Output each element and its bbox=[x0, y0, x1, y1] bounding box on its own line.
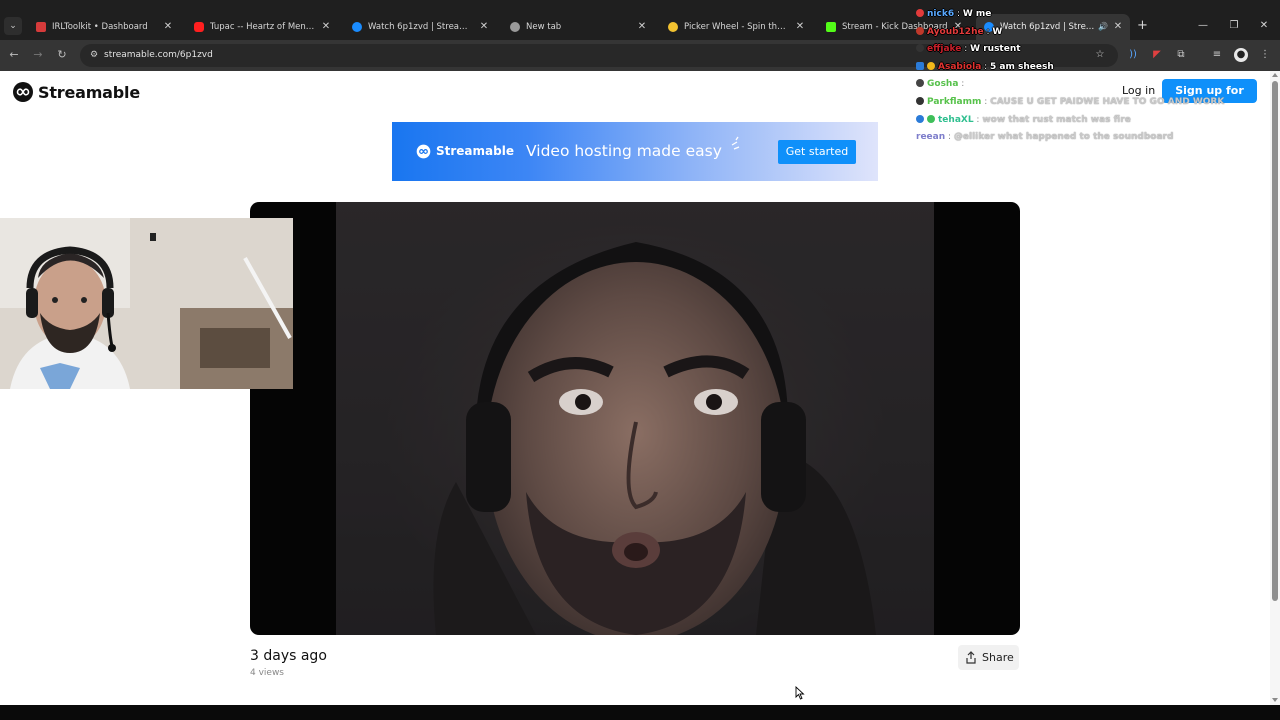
video-frame bbox=[336, 202, 934, 635]
streamable-favicon-icon bbox=[352, 22, 362, 32]
banner-logo-text: Streamable bbox=[436, 144, 514, 158]
video-streamer-face bbox=[336, 202, 934, 635]
chat-message: effjake : W rustent bbox=[916, 41, 1216, 59]
chat-message: Parkflamm : CAUSE U GET PAIDWE HAVE TO G… bbox=[916, 94, 1224, 112]
screen: ⌄ IRLToolkit • Dashboard ✕ Tupac -- Hear… bbox=[0, 0, 1280, 720]
chrome-favicon-icon bbox=[510, 22, 520, 32]
tab-close-icon[interactable]: ✕ bbox=[636, 14, 648, 40]
chat-username: Asabiola bbox=[938, 61, 982, 72]
mouse-cursor-icon bbox=[795, 686, 805, 700]
chat-message: nick6 : W me bbox=[916, 6, 1216, 24]
tab-title: Tupac -- Heartz of Men (OG in bbox=[210, 22, 316, 32]
chat-text: @elliker what happened to the soundboard bbox=[953, 132, 1174, 143]
forward-icon[interactable]: → bbox=[31, 48, 45, 62]
chat-badge-icon bbox=[916, 44, 924, 53]
banner-headline: Video hosting made easy bbox=[526, 142, 722, 160]
chat-username: tehaXL bbox=[938, 114, 974, 125]
video-view-count: 4 views bbox=[250, 668, 285, 678]
webcam-streamer-image bbox=[0, 218, 293, 389]
chat-message: Ayoub12he : W bbox=[916, 24, 1216, 42]
address-url: streamable.com/6p1zvd bbox=[104, 50, 213, 60]
share-icon bbox=[966, 651, 976, 664]
scroll-thumb[interactable] bbox=[1272, 81, 1278, 601]
chat-badge-icon bbox=[916, 96, 924, 105]
tab-search-button[interactable]: ⌄ bbox=[4, 17, 22, 35]
chat-username: Ayoub12he bbox=[927, 26, 984, 37]
tab-close-icon[interactable]: ✕ bbox=[478, 14, 490, 40]
reload-icon[interactable]: ↻ bbox=[55, 48, 69, 62]
chat-text: wow that rust match was fire bbox=[982, 114, 1131, 125]
restore-icon[interactable]: ❐ bbox=[1227, 19, 1241, 33]
page-scrollbar[interactable] bbox=[1270, 71, 1280, 705]
tab-picker-wheel[interactable]: Picker Wheel - Spin the Wheel ✕ bbox=[660, 14, 812, 40]
chat-username: nick6 bbox=[927, 9, 955, 19]
tab-youtube[interactable]: Tupac -- Heartz of Men (OG in ✕ bbox=[186, 14, 338, 40]
chat-message: reean : @elliker what happened to the so… bbox=[916, 132, 1174, 143]
bottom-edge-bar bbox=[0, 705, 1280, 720]
tab-title: IRLToolkit • Dashboard bbox=[52, 22, 148, 32]
chat-badge-icon bbox=[916, 114, 924, 123]
get-started-button[interactable]: Get started bbox=[778, 140, 856, 164]
video-player[interactable] bbox=[250, 202, 1020, 635]
window-close-icon[interactable]: ✕ bbox=[1257, 19, 1271, 33]
chat-badge-icon bbox=[916, 79, 924, 88]
video-posted-date: 3 days ago bbox=[250, 648, 327, 664]
streamable-logo-icon bbox=[416, 144, 431, 159]
streamable-logo[interactable]: Streamable bbox=[12, 81, 140, 103]
chat-badge-icon bbox=[927, 61, 935, 70]
youtube-favicon-icon bbox=[194, 22, 204, 32]
scroll-down-icon[interactable] bbox=[1272, 698, 1278, 702]
chat-message: Gosha : bbox=[916, 76, 1216, 94]
tab-streamable[interactable]: Watch 6p1zvd | Streamable ✕ bbox=[344, 14, 496, 40]
webcam-overlay bbox=[0, 218, 293, 389]
chat-username: reean bbox=[916, 132, 946, 143]
profile-avatar-icon[interactable]: ● bbox=[1234, 48, 1248, 62]
tab-title: Picker Wheel - Spin the Wheel bbox=[684, 22, 790, 32]
chat-username: Gosha bbox=[927, 79, 959, 90]
chat-text: W bbox=[992, 26, 1003, 37]
sparkle-icon bbox=[731, 136, 740, 150]
irltoolkit-favicon-icon bbox=[36, 22, 46, 32]
site-info-icon[interactable]: ⚙ bbox=[88, 49, 100, 61]
chat-message: tehaXL : wow that rust match was fire bbox=[916, 112, 1216, 130]
chat-badge-icon bbox=[916, 9, 924, 17]
kick-favicon-icon bbox=[826, 22, 836, 32]
tab-title: Watch 6p1zvd | Streamable bbox=[368, 22, 474, 32]
chat-text: W me bbox=[962, 9, 992, 19]
tab-close-icon[interactable]: ✕ bbox=[320, 14, 332, 40]
logo-text: Streamable bbox=[38, 82, 140, 102]
share-button[interactable]: Share bbox=[958, 645, 1019, 670]
chat-username: Parkflamm bbox=[927, 96, 982, 107]
streamable-logo-icon bbox=[13, 82, 33, 102]
browser-menu-icon[interactable]: ⋮ bbox=[1258, 48, 1272, 62]
chat-badge-icon bbox=[927, 114, 935, 123]
tab-close-icon[interactable]: ✕ bbox=[162, 14, 174, 40]
tab-title: New tab bbox=[526, 22, 562, 32]
tab-irltoolkit[interactable]: IRLToolkit • Dashboard ✕ bbox=[28, 14, 180, 40]
chat-text: W rustent bbox=[970, 44, 1021, 55]
chat-username: effjake bbox=[927, 44, 962, 55]
chat-badge-icon bbox=[916, 61, 924, 70]
chat-message: Asabiola : 5 am sheesh bbox=[916, 59, 1216, 77]
share-label: Share bbox=[982, 651, 1014, 664]
chat-badge-icon bbox=[916, 26, 924, 35]
picker-wheel-favicon-icon bbox=[668, 22, 678, 32]
promo-banner[interactable]: Streamable Video hosting made easy Get s… bbox=[392, 122, 878, 181]
chat-overlay: nick6 : W me Ayoub12he : W effjake : W r… bbox=[916, 6, 1224, 147]
chat-text: 5 am sheesh bbox=[990, 61, 1054, 72]
tab-close-icon[interactable]: ✕ bbox=[794, 14, 806, 40]
back-icon[interactable]: ← bbox=[7, 48, 21, 62]
chat-text: CAUSE U GET PAIDWE HAVE TO GO AND WORK bbox=[990, 96, 1225, 107]
tab-new-tab[interactable]: New tab ✕ bbox=[502, 14, 654, 40]
scroll-up-icon[interactable] bbox=[1272, 73, 1278, 77]
